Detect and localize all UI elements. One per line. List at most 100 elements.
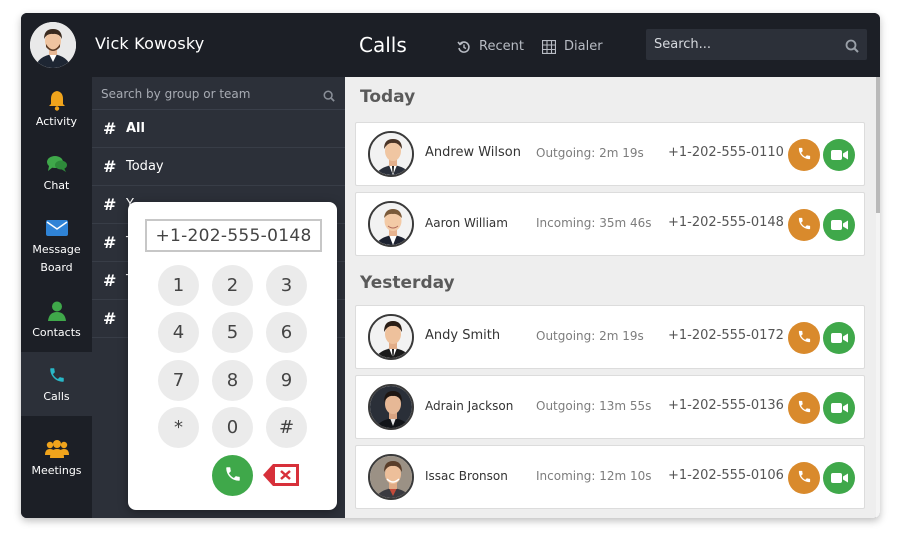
phone-icon bbox=[797, 329, 812, 348]
nav-label-calls: Calls bbox=[43, 390, 70, 403]
tab-dialer[interactable]: Dialer bbox=[542, 39, 603, 54]
phone-icon bbox=[797, 399, 812, 418]
avatar[interactable] bbox=[30, 22, 76, 68]
page-title: Calls bbox=[359, 33, 407, 57]
video-call-button[interactable] bbox=[823, 139, 855, 171]
call-duration: Incoming: 12m 10s bbox=[536, 469, 652, 483]
key-7[interactable]: 7 bbox=[158, 360, 199, 401]
group-search-box bbox=[92, 77, 345, 110]
bell-icon bbox=[47, 89, 67, 111]
contact-name: Aaron William bbox=[425, 216, 508, 230]
voice-call-button[interactable] bbox=[788, 139, 820, 171]
dial-call-button[interactable] bbox=[212, 455, 253, 496]
voice-call-button[interactable] bbox=[788, 392, 820, 424]
contact-name: Andy Smith bbox=[425, 328, 501, 343]
phone-number: +1-202-555-0110 bbox=[668, 145, 784, 160]
key-hash[interactable]: # bbox=[266, 407, 307, 448]
contact-name: Issac Bronson bbox=[425, 469, 508, 483]
envelope-icon bbox=[45, 217, 68, 239]
user-name: Vick Kowosky bbox=[95, 34, 205, 53]
nav-label-chat: Chat bbox=[43, 179, 70, 192]
call-duration: Outgoing: 2m 19s bbox=[536, 146, 644, 160]
group-label: Today bbox=[126, 159, 164, 174]
search-box bbox=[646, 29, 867, 60]
key-8[interactable]: 8 bbox=[212, 360, 253, 401]
call-row[interactable]: Issac Bronson Incoming: 12m 10s +1-202-5… bbox=[355, 445, 865, 509]
key-1[interactable]: 1 bbox=[158, 265, 199, 306]
nav-label-message: Message bbox=[32, 243, 81, 256]
app-window: Vick Kowosky Calls Recent Dialer Search.… bbox=[21, 13, 880, 518]
search-input[interactable] bbox=[654, 29, 834, 60]
key-0[interactable]: 0 bbox=[212, 407, 253, 448]
call-row[interactable]: Andy Smith Outgoing: 2m 19s +1-202-555-0… bbox=[355, 305, 865, 369]
nav-item-message-board[interactable]: Message Board bbox=[21, 205, 92, 280]
search-icon[interactable] bbox=[323, 87, 335, 106]
voice-call-button[interactable] bbox=[788, 209, 820, 241]
video-camera-icon bbox=[830, 399, 848, 418]
phone-number: +1-202-555-0172 bbox=[668, 328, 784, 343]
tab-dialer-label: Dialer bbox=[564, 39, 603, 54]
nav-item-chat[interactable]: Chat bbox=[21, 141, 92, 205]
hash-icon: # bbox=[103, 157, 117, 176]
tab-recent[interactable]: Recent bbox=[457, 39, 524, 54]
search-icon[interactable] bbox=[845, 38, 859, 57]
group-item-all[interactable]: # All bbox=[92, 110, 345, 148]
phone-number: +1-202-555-0136 bbox=[668, 398, 784, 413]
call-duration: Incoming: 35m 46s bbox=[536, 216, 652, 230]
person-icon bbox=[47, 300, 66, 322]
key-star[interactable]: * bbox=[158, 407, 199, 448]
backspace-button[interactable] bbox=[263, 464, 299, 490]
video-call-button[interactable] bbox=[823, 322, 855, 354]
avatar bbox=[368, 131, 414, 177]
backspace-icon bbox=[263, 464, 299, 490]
call-row[interactable]: Adrain Jackson Outgoing: 13m 55s +1-202-… bbox=[355, 375, 865, 439]
video-call-button[interactable] bbox=[823, 462, 855, 494]
voice-call-button[interactable] bbox=[788, 462, 820, 494]
video-camera-icon bbox=[830, 469, 848, 488]
phone-number: +1-202-555-0148 bbox=[668, 215, 784, 230]
contact-name: Andrew Wilson bbox=[425, 145, 521, 160]
chat-bubbles-icon bbox=[46, 153, 68, 175]
video-call-button[interactable] bbox=[823, 209, 855, 241]
voice-call-button[interactable] bbox=[788, 322, 820, 354]
phone-icon bbox=[224, 465, 242, 487]
group-search-input[interactable] bbox=[101, 77, 311, 110]
key-4[interactable]: 4 bbox=[158, 312, 199, 353]
video-camera-icon bbox=[830, 216, 848, 235]
hash-icon: # bbox=[103, 233, 117, 252]
video-call-button[interactable] bbox=[823, 392, 855, 424]
nav-item-activity[interactable]: Activity bbox=[21, 77, 92, 141]
avatar bbox=[368, 314, 414, 360]
nav-label-contacts: Contacts bbox=[32, 326, 81, 339]
call-row[interactable]: Andrew Wilson Outgoing: 2m 19s +1-202-55… bbox=[355, 122, 865, 186]
call-row[interactable]: Aaron William Incoming: 35m 46s +1-202-5… bbox=[355, 192, 865, 256]
nav-item-calls[interactable]: Calls bbox=[21, 352, 92, 416]
scrollbar-thumb[interactable] bbox=[876, 77, 880, 213]
call-list: Today Andrew Wilson Outgoing: 2m 19s +1-… bbox=[345, 77, 880, 518]
nav-label-activity: Activity bbox=[35, 115, 78, 128]
call-duration: Outgoing: 13m 55s bbox=[536, 399, 652, 413]
hash-icon: # bbox=[103, 119, 117, 138]
avatar bbox=[368, 201, 414, 247]
nav-item-contacts[interactable]: Contacts bbox=[21, 288, 92, 352]
key-6[interactable]: 6 bbox=[266, 312, 307, 353]
avatar bbox=[368, 454, 414, 500]
scrollbar[interactable] bbox=[876, 77, 880, 518]
key-3[interactable]: 3 bbox=[266, 265, 307, 306]
key-2[interactable]: 2 bbox=[212, 265, 253, 306]
nav-label-board: Board bbox=[40, 261, 73, 274]
phone-number: +1-202-555-0106 bbox=[668, 468, 784, 483]
dialer-number-display[interactable]: +1-202-555-0148 bbox=[145, 219, 322, 252]
key-5[interactable]: 5 bbox=[212, 312, 253, 353]
tab-recent-label: Recent bbox=[479, 39, 524, 54]
contact-name: Adrain Jackson bbox=[425, 399, 514, 413]
user-header: Vick Kowosky bbox=[21, 13, 345, 77]
phone-icon bbox=[797, 146, 812, 165]
key-9[interactable]: 9 bbox=[266, 360, 307, 401]
group-icon bbox=[44, 438, 69, 460]
group-item-today[interactable]: # Today bbox=[92, 148, 345, 186]
side-navigation: Activity Chat Message Board Contacts Cal… bbox=[21, 77, 92, 518]
nav-item-meetings[interactable]: Meetings bbox=[21, 426, 92, 490]
phone-icon bbox=[797, 216, 812, 235]
dialer-popup: +1-202-555-0148 1 2 3 4 5 6 7 8 9 * 0 # bbox=[128, 202, 337, 510]
